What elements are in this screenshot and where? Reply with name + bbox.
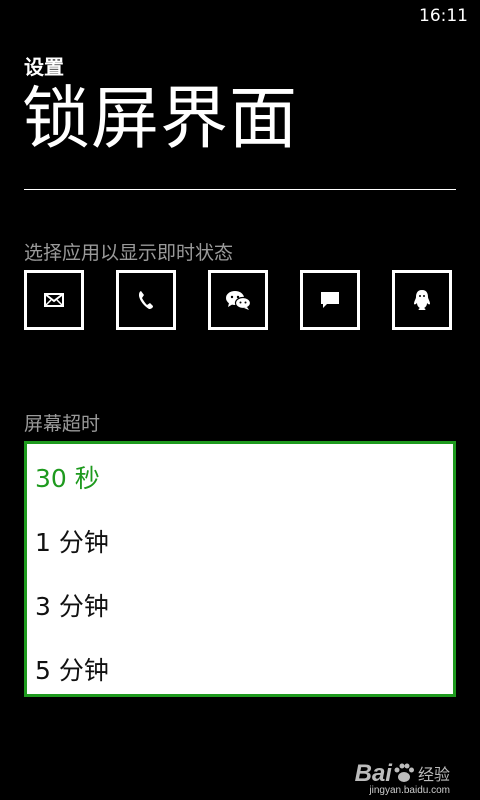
divider [24, 189, 456, 190]
message-icon [321, 292, 339, 308]
timeout-option-30s[interactable]: 30 秒 [35, 459, 100, 495]
app-tile-mail[interactable] [24, 270, 84, 330]
settings-label: 设置 [24, 55, 64, 79]
phone-icon [139, 291, 153, 309]
status-time: 16:11 [419, 6, 468, 26]
timeout-section-label: 屏幕超时 [24, 413, 101, 435]
watermark-brand-prefix: Bai [354, 760, 392, 787]
timeout-option-5min[interactable]: 5 分钟 [35, 651, 109, 687]
timeout-picker[interactable]: 30 秒 1 分钟 3 分钟 5 分钟 [24, 441, 456, 697]
watermark-brand-suffix: 经验 [417, 765, 450, 784]
watermark-url: jingyan.baidu.com [369, 785, 450, 796]
app-tile-message[interactable] [300, 270, 360, 330]
app-tile-qq[interactable] [392, 270, 452, 330]
wechat-icon [226, 291, 252, 310]
page-title: 锁屏界面 [22, 80, 299, 159]
apps-section-label: 选择应用以显示即时状态 [24, 242, 234, 264]
timeout-option-3min[interactable]: 3 分钟 [35, 587, 109, 623]
baidu-jingyan-watermark: Bai 经验 [355, 762, 450, 786]
app-tile-phone[interactable] [116, 270, 176, 330]
app-tiles [24, 270, 452, 330]
timeout-option-1min[interactable]: 1 分钟 [35, 523, 109, 559]
mail-icon [44, 293, 64, 307]
qq-icon [414, 290, 430, 310]
paw-icon [394, 763, 414, 782]
app-tile-wechat[interactable] [208, 270, 268, 330]
